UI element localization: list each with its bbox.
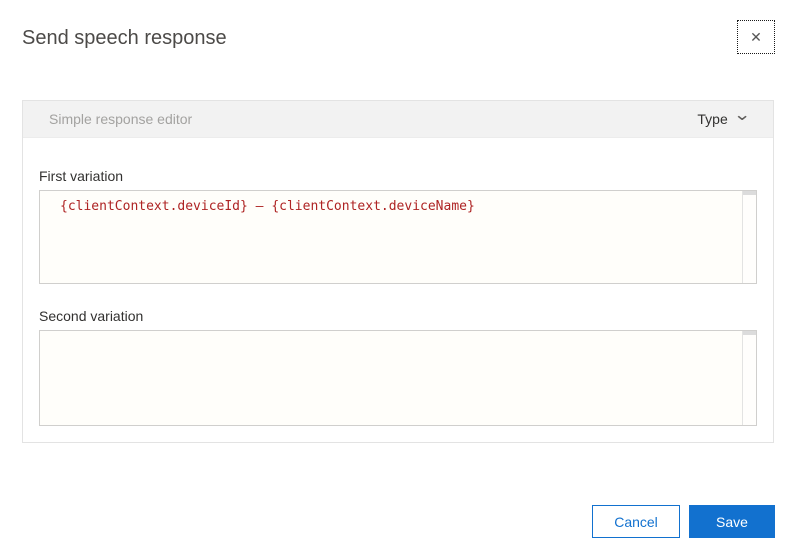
dialog-footer: Cancel Save — [592, 505, 775, 538]
scrollbar-track[interactable] — [742, 331, 756, 425]
panel-body: First variation {clientContext.deviceId}… — [23, 138, 773, 426]
type-dropdown-label: Type — [697, 111, 728, 127]
page-title: Send speech response — [22, 27, 227, 49]
cancel-button[interactable]: Cancel — [592, 505, 680, 538]
scrollbar-shadow — [743, 191, 756, 195]
send-speech-response-dialog: { "dialog": { "title": "Send speech resp… — [0, 0, 796, 560]
first-variation-label: First variation — [39, 168, 124, 184]
chevron-down-icon: ⌄ — [732, 105, 751, 124]
first-variation-editor[interactable]: {clientContext.deviceId} – {clientContex… — [39, 190, 757, 284]
scrollbar-track[interactable] — [742, 191, 756, 283]
close-icon: ✕ — [750, 29, 762, 45]
save-button[interactable]: Save — [689, 505, 775, 538]
close-button[interactable]: ✕ — [737, 20, 775, 54]
panel-header-label: Simple response editor — [49, 111, 193, 127]
second-variation-code[interactable] — [40, 331, 742, 425]
second-variation-editor[interactable] — [39, 330, 757, 426]
scrollbar-shadow — [743, 331, 756, 335]
type-dropdown[interactable]: Type ⌄ — [697, 105, 751, 127]
panel-header: Simple response editor Type ⌄ — [23, 101, 773, 138]
first-variation-code[interactable]: {clientContext.deviceId} – {clientContex… — [40, 191, 742, 283]
second-variation-label: Second variation — [39, 308, 144, 324]
response-editor-panel: Simple response editor Type ⌄ First vari… — [22, 100, 774, 443]
